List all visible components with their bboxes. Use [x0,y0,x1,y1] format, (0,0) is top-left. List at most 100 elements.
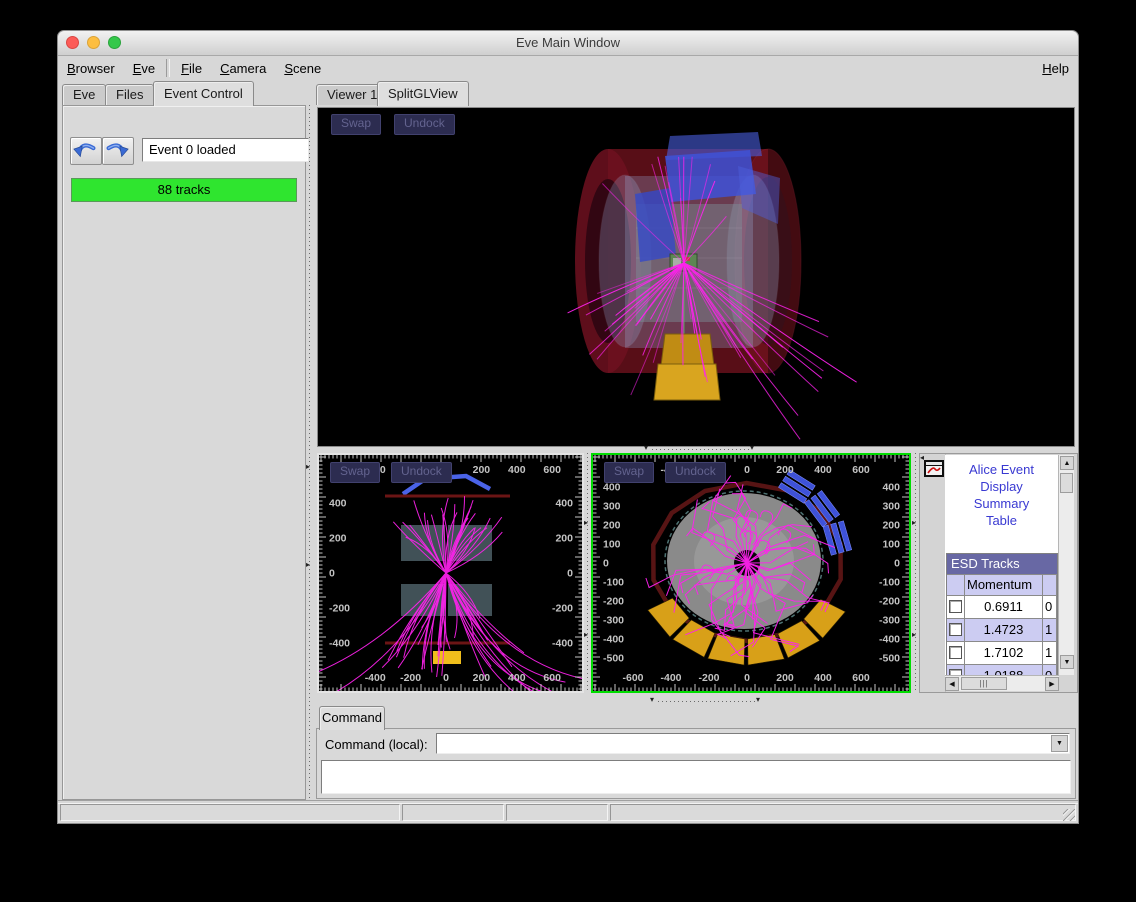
svg-text:-200: -200 [698,672,719,684]
menu-scene[interactable]: Scene [275,59,330,78]
svg-text:-100: -100 [603,577,624,589]
extra-column-value[interactable]: 0 [1043,596,1057,618]
svg-text:400: 400 [329,498,347,510]
svg-text:200: 200 [776,672,794,684]
window-title: Eve Main Window [58,35,1078,50]
root-canvas-icon[interactable] [924,460,944,477]
command-output-area[interactable] [321,760,1071,794]
track-select-checkbox[interactable] [949,646,962,659]
splitter-arrow[interactable]: ▸ [912,519,916,527]
svg-text:-200: -200 [552,603,573,615]
command-input[interactable] [439,735,1049,753]
extra-column-value[interactable]: 0 [1043,665,1057,675]
vertical-scroll-thumb[interactable] [1060,473,1073,493]
svg-text:0: 0 [744,464,750,476]
swap-button[interactable]: Swap [331,114,381,135]
momentum-value[interactable]: 1.0188 [965,665,1043,675]
gl-viewer-side-projection[interactable]: -400-2000200400600-400-20002004006004002… [317,453,584,693]
svg-text:0: 0 [443,672,449,684]
svg-text:600: 600 [543,464,561,476]
tab-splitglview[interactable]: SplitGLView [377,81,469,106]
scroll-left-arrow[interactable]: ◀ [945,677,959,691]
command-prompt-label: Command (local): [325,737,428,752]
undock-button[interactable]: Undock [391,462,452,483]
gl-viewer-3d[interactable]: Swap Undock [317,107,1075,447]
undock-button[interactable]: Undock [394,114,455,135]
splitter-arrow[interactable]: ▸ [306,561,310,569]
menu-camera[interactable]: Camera [211,59,275,78]
momentum-value[interactable]: 1.7102 [965,642,1043,664]
esd-checkbox-cell [947,619,965,641]
scroll-right-arrow[interactable]: ▶ [1045,677,1059,691]
svg-text:200: 200 [473,464,491,476]
main-vertical-splitter[interactable]: ▸ ▸ [307,105,313,800]
splitter-arrow[interactable]: ▾ [756,695,760,704]
summary-table-panel: ◂ Alice Event Display Summary Table [919,453,1078,693]
horizontal-splitter-top[interactable]: ▾ ▾ [314,446,1078,453]
splitter-arrow[interactable]: ▾ [644,443,648,452]
menu-browser[interactable]: Browser [58,59,124,78]
menu-eve[interactable]: Eve [124,59,164,78]
momentum-value[interactable]: 0.6911 [965,596,1043,618]
summary-horizontal-scrollbar[interactable]: ◀ ||| ▶ [945,675,1059,691]
splitter-arrow[interactable]: ▾ [750,443,754,452]
gl-viewer-front-projection[interactable]: -600-400-2000200400600-600-400-200020040… [591,453,911,693]
svg-text:-200: -200 [329,603,350,615]
summary-vertical-scrollbar[interactable]: ▲ ▼ [1058,455,1074,675]
svg-text:0: 0 [567,568,573,580]
svg-text:200: 200 [555,533,573,545]
splitter-arrow[interactable]: ▸ [584,631,588,639]
track-select-checkbox[interactable] [949,623,962,636]
splitter-arrow[interactable]: ▾ [650,695,654,704]
track-select-checkbox[interactable] [949,600,962,613]
next-event-button[interactable] [102,137,134,165]
menu-file[interactable]: File [172,59,211,78]
tab-command[interactable]: Command [319,706,385,730]
horizontal-scroll-thumb[interactable]: ||| [961,677,1007,690]
event-status-field[interactable]: Event 0 loaded [142,138,309,162]
menu-help[interactable]: Help [1033,59,1078,78]
svg-text:-300: -300 [603,615,624,627]
front-projection-scene: -600-400-2000200400600-600-400-200020040… [593,455,909,691]
status-cell [402,804,504,821]
previous-event-button[interactable] [70,137,102,165]
event-control-panel: Event 0 loaded 88 tracks [62,105,306,800]
svg-text:100: 100 [603,539,621,551]
resize-grip[interactable] [1063,809,1075,821]
tab-files[interactable]: Files [105,84,154,105]
status-cell [610,804,1076,821]
summary-canvas[interactable]: Alice Event Display Summary Table ESD Tr… [945,455,1058,675]
menu-divider [166,59,170,77]
sidebar-tabrow: Eve Files Event Control [58,80,310,105]
esd-track-row[interactable]: 0.69110 [947,595,1057,618]
extra-column-value[interactable]: 1 [1043,619,1057,641]
undock-button[interactable]: Undock [665,462,726,483]
svg-text:600: 600 [543,672,561,684]
svg-text:0: 0 [744,672,750,684]
splitter-arrow[interactable]: ▸ [306,463,310,471]
extra-column-header [1043,575,1057,595]
svg-text:-200: -200 [879,596,900,608]
scroll-down-arrow[interactable]: ▼ [1060,655,1074,669]
swap-button[interactable]: Swap [330,462,380,483]
extra-column-value[interactable]: 1 [1043,642,1057,664]
command-dropdown-button[interactable]: ▼ [1051,735,1068,752]
splitter-arrow[interactable]: ▸ [912,631,916,639]
momentum-value[interactable]: 1.4723 [965,619,1043,641]
esd-track-row[interactable]: 1.47231 [947,618,1057,641]
momentum-column-header: Momentum [965,575,1043,595]
svg-text:200: 200 [329,533,347,545]
scroll-up-arrow[interactable]: ▲ [1060,456,1074,470]
svg-text:-300: -300 [879,615,900,627]
tab-eve[interactable]: Eve [62,84,106,105]
svg-text:400: 400 [882,482,900,494]
splitter-arrow[interactable]: ▸ [584,519,588,527]
tab-event-control[interactable]: Event Control [153,81,254,106]
esd-track-row[interactable]: 1.71021 [947,641,1057,664]
swap-button[interactable]: Swap [604,462,654,483]
svg-text:400: 400 [508,464,526,476]
title-bar[interactable]: Eve Main Window [58,31,1078,56]
esd-track-row[interactable]: 1.01880 [947,664,1057,675]
svg-text:200: 200 [776,464,794,476]
horizontal-splitter-bottom[interactable]: ▾ ▾ [314,698,1078,705]
